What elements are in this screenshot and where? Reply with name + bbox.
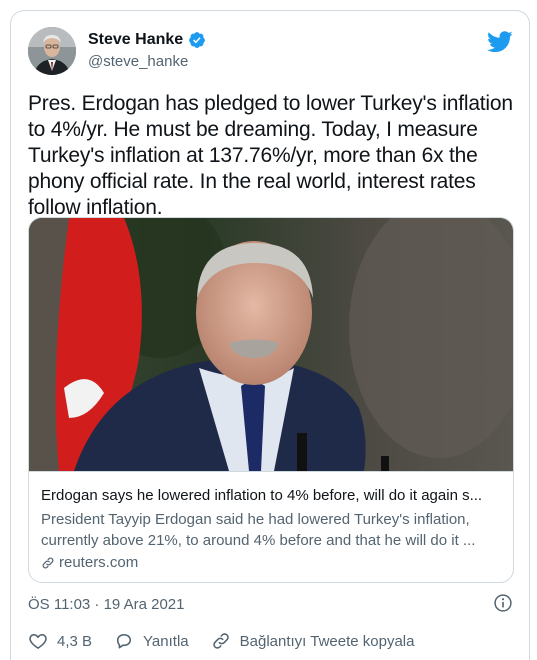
card-domain-text: reuters.com: [59, 554, 139, 571]
reply-bubble-icon: [116, 633, 132, 649]
card-description: President Tayyip Erdogan said he had low…: [41, 511, 476, 549]
tweet-text: Pres. Erdogan has pledged to lower Turke…: [28, 92, 513, 219]
tweet-card: Steve Hanke @steve_hanke Pres. Erdogan h…: [10, 10, 530, 660]
like-button[interactable]: 4,3 B: [28, 631, 92, 651]
reply-label: Yanıtla: [143, 632, 189, 650]
name-row: Steve Hanke: [88, 31, 206, 49]
twitter-bird-icon[interactable]: [487, 31, 513, 53]
tweet-meta: ÖS 11:03 · 19 Ara 2021: [28, 593, 515, 615]
tweet-timestamp[interactable]: ÖS 11:03 · 19 Ara 2021: [28, 596, 185, 613]
copy-link-icon: [212, 633, 229, 649]
avatar-portrait-icon: [28, 27, 76, 75]
copy-link-label: Bağlantıyı Tweete kopyala: [239, 632, 415, 650]
heart-icon: [29, 633, 47, 649]
info-icon[interactable]: [493, 593, 513, 613]
tweet-header: Steve Hanke @steve_hanke: [28, 27, 515, 77]
user-handle[interactable]: @steve_hanke: [88, 53, 188, 70]
card-domain[interactable]: reuters.com: [41, 554, 503, 571]
copy-link-button[interactable]: Bağlantıyı Tweete kopyala: [211, 631, 415, 651]
avatar[interactable]: [28, 27, 76, 75]
link-icon: [42, 557, 54, 568]
reply-button[interactable]: Yanıtla: [114, 631, 189, 651]
news-photo-icon: [29, 218, 513, 471]
tweet-actions: 4,3 B Yanıtla Bağlantıyı Tweete kopyala: [28, 629, 515, 653]
like-count: 4,3 B: [57, 632, 93, 650]
card-body[interactable]: Erdogan says he lowered inflation to 4% …: [29, 471, 513, 582]
card-title[interactable]: Erdogan says he lowered inflation to 4% …: [41, 486, 503, 506]
verified-badge-icon: [189, 32, 206, 48]
display-name[interactable]: Steve Hanke: [88, 31, 183, 49]
link-preview-card[interactable]: Erdogan says he lowered inflation to 4% …: [28, 217, 514, 583]
card-image[interactable]: [29, 218, 513, 471]
